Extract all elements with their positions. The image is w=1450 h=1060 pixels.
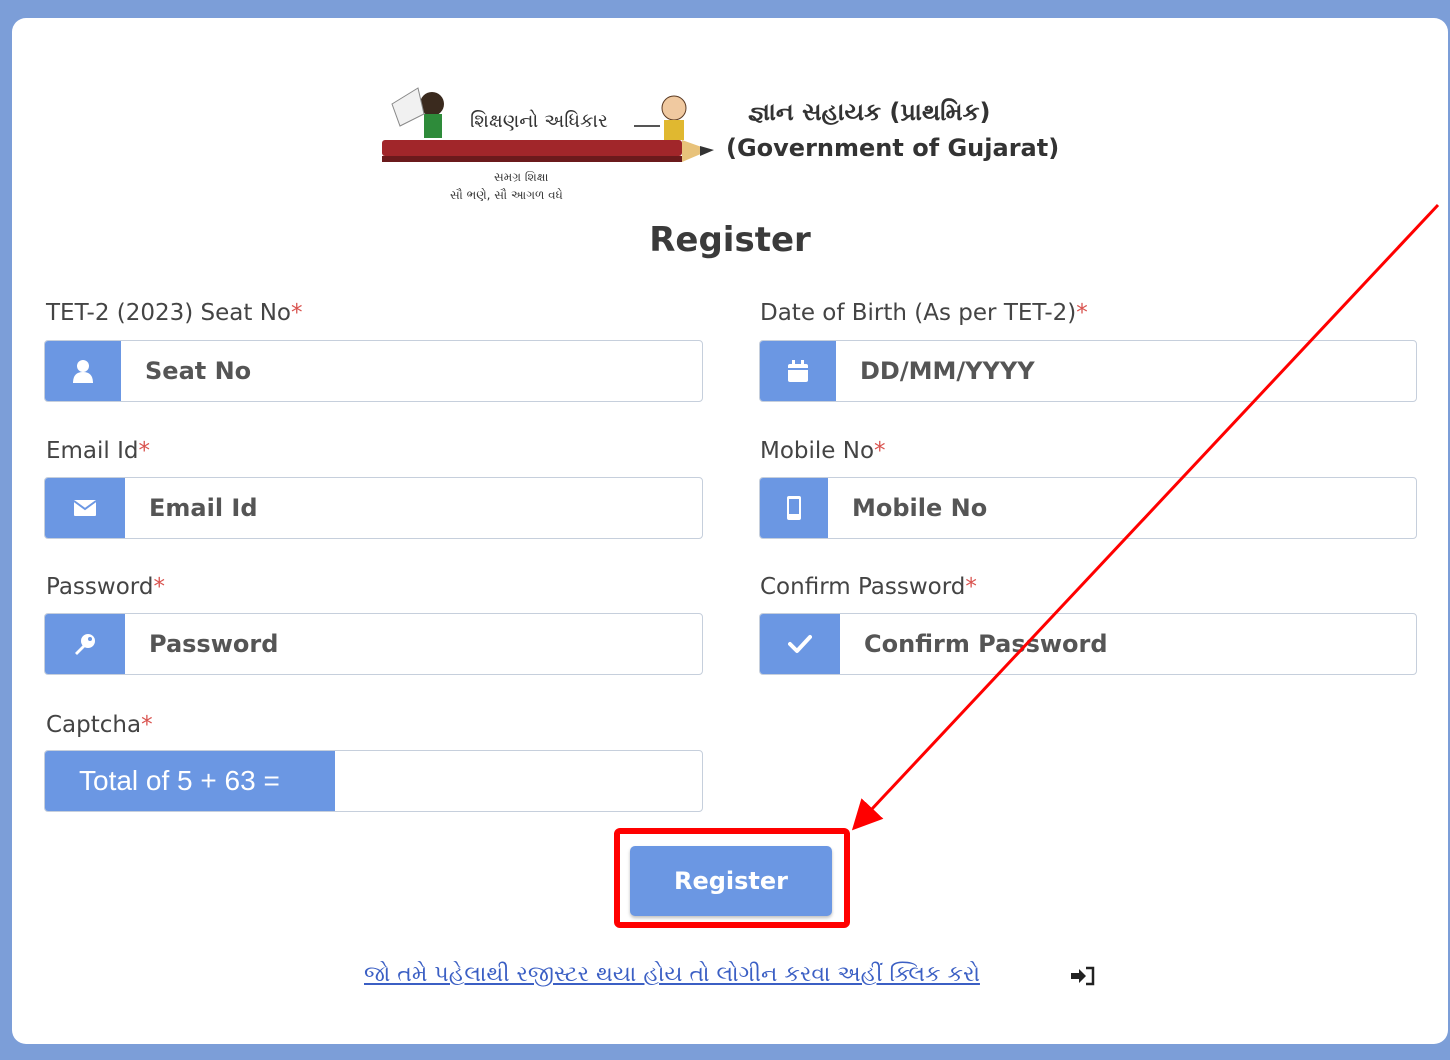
login-link[interactable]: જો તમે પહેલાથી રજીસ્ટર થયા હોય તો લોગીન …	[364, 962, 980, 987]
required-mark: *	[138, 438, 151, 464]
captcha-input[interactable]	[335, 751, 702, 811]
brand-title: જ્ઞાન સહાયક (પ્રાથમિક)	[748, 98, 991, 126]
check-icon	[760, 614, 840, 674]
sign-in-icon[interactable]	[1070, 966, 1096, 990]
key-icon	[45, 614, 125, 674]
captcha-label: Captcha*	[46, 712, 153, 738]
confirm-password-group	[759, 613, 1417, 675]
email-group	[44, 477, 703, 539]
email-input[interactable]	[125, 478, 702, 538]
required-mark: *	[874, 438, 886, 464]
brand-subtitle: (Government of Gujarat)	[726, 134, 1060, 162]
seat-no-input[interactable]	[121, 341, 702, 401]
user-icon	[45, 341, 121, 401]
seat-no-label: TET-2 (2023) Seat No*	[46, 300, 303, 326]
required-mark: *	[141, 712, 153, 738]
captcha-question: Total of 5 + 63 =	[45, 751, 335, 811]
samagra-shiksha-logo: શિક્ષણનો અધિકાર સમગ્ર શિક્ષા સૌ ભણે, સૌ …	[378, 74, 723, 214]
dob-input[interactable]	[836, 341, 1416, 401]
confirm-password-input[interactable]	[840, 614, 1416, 674]
logo-tagline: સૌ ભણે, સૌ આગળ વધે	[450, 188, 563, 202]
mobile-label: Mobile No*	[760, 438, 886, 464]
required-mark: *	[1076, 300, 1088, 326]
logo-title: શિક્ષણનો અધિકાર	[470, 110, 608, 132]
password-label: Password*	[46, 574, 165, 600]
page-title: Register	[649, 220, 811, 260]
captcha-group: Total of 5 + 63 =	[44, 750, 703, 812]
mobile-group	[759, 477, 1417, 539]
annotation-highlight-box	[614, 828, 850, 928]
dob-group	[759, 340, 1417, 402]
required-mark: *	[153, 574, 165, 600]
mobile-icon	[760, 478, 828, 538]
seat-no-group	[44, 340, 703, 402]
password-group	[44, 613, 703, 675]
password-input[interactable]	[125, 614, 702, 674]
required-mark: *	[965, 574, 977, 600]
dob-label: Date of Birth (As per TET-2)*	[760, 300, 1088, 326]
envelope-icon	[45, 478, 125, 538]
mobile-input[interactable]	[828, 478, 1416, 538]
confirm-password-label: Confirm Password*	[760, 574, 977, 600]
required-mark: *	[291, 300, 303, 326]
email-label: Email Id*	[46, 438, 151, 464]
logo-subtitle: સમગ્ર શિક્ષા	[494, 170, 549, 184]
calendar-icon	[760, 341, 836, 401]
